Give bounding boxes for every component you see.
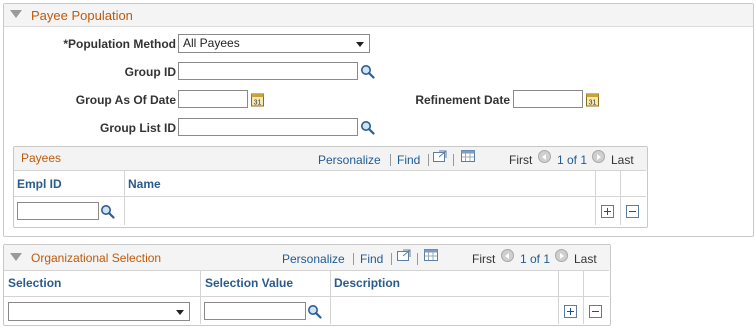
separator	[390, 154, 391, 166]
group-id-input[interactable]	[178, 62, 358, 80]
group-id-lookup-icon[interactable]	[360, 64, 375, 79]
payees-row-range: 1 of 1	[557, 153, 588, 167]
empl-id-input[interactable]	[17, 202, 99, 220]
svg-text:31: 31	[589, 100, 597, 107]
group-list-id-label: Group List ID	[100, 121, 176, 135]
download-grid-icon[interactable]	[424, 249, 438, 261]
refinement-date-label: Refinement Date	[415, 93, 510, 107]
group-list-id-input[interactable]	[178, 118, 358, 136]
payees-first-label: First	[509, 153, 533, 167]
refinement-date-input[interactable]	[513, 90, 583, 108]
view-all-icon[interactable]	[397, 249, 411, 261]
separator	[353, 253, 354, 265]
divider	[14, 196, 646, 197]
collapse-triangle-icon[interactable]	[10, 10, 22, 18]
group-id-label: Group ID	[124, 65, 176, 79]
payees-grid-title: Payees	[21, 151, 62, 165]
group-as-of-date-label: Group As Of Date	[75, 93, 176, 107]
column-header-name: Name	[128, 177, 161, 191]
delete-row-icon[interactable]	[626, 205, 639, 218]
column-header-selection: Selection	[8, 276, 62, 290]
dropdown-arrow-icon	[356, 42, 364, 47]
add-row-icon[interactable]	[601, 205, 614, 218]
org-first-label: First	[472, 252, 496, 266]
divider	[4, 270, 609, 271]
divider	[14, 170, 646, 171]
selection-value-input[interactable]	[204, 302, 306, 320]
separator	[453, 154, 454, 166]
org-personalize-link[interactable]: Personalize	[282, 252, 345, 266]
add-row-icon[interactable]	[564, 305, 577, 318]
refinement-date-calendar-icon[interactable]: 31	[586, 92, 599, 107]
delete-row-icon[interactable]	[589, 305, 602, 318]
next-row-icon[interactable]	[555, 249, 568, 262]
divider	[583, 271, 584, 324]
column-header-description: Description	[334, 276, 401, 290]
divider	[330, 271, 331, 324]
divider	[200, 271, 201, 324]
group-as-of-date-input[interactable]	[178, 90, 248, 108]
group-list-id-lookup-icon[interactable]	[360, 120, 375, 135]
divider	[4, 296, 609, 297]
org-selection-title: Organizational Selection	[31, 251, 162, 265]
download-grid-icon[interactable]	[461, 150, 475, 162]
population-method-label: *Population Method	[63, 37, 176, 51]
payee-population-title: Payee Population	[31, 8, 133, 23]
selection-value-lookup-icon[interactable]	[307, 304, 322, 319]
svg-text:31: 31	[254, 100, 262, 107]
view-all-icon[interactable]	[433, 150, 447, 162]
payees-find-link[interactable]: Find	[397, 153, 420, 167]
org-row-range: 1 of 1	[520, 252, 551, 266]
column-header-selection-value: Selection Value	[205, 276, 294, 290]
population-method-value: All Payees	[183, 36, 240, 50]
divider	[124, 171, 125, 225]
divider	[595, 171, 596, 225]
org-find-link[interactable]: Find	[360, 252, 383, 266]
org-last-label: Last	[574, 252, 597, 266]
selection-select[interactable]	[8, 302, 190, 321]
payees-personalize-link[interactable]: Personalize	[318, 153, 381, 167]
collapse-triangle-icon[interactable]	[10, 253, 22, 261]
previous-row-icon[interactable]	[501, 249, 514, 262]
next-row-icon[interactable]	[592, 150, 605, 163]
divider	[620, 171, 621, 225]
group-as-of-date-calendar-icon[interactable]: 31	[251, 92, 264, 107]
divider	[558, 271, 559, 324]
population-method-select[interactable]: All Payees	[178, 34, 370, 53]
column-header-empl-id: Empl ID	[17, 177, 62, 191]
separator	[391, 253, 392, 265]
separator	[417, 253, 418, 265]
dropdown-arrow-icon	[176, 310, 184, 315]
previous-row-icon[interactable]	[538, 150, 551, 163]
empl-id-lookup-icon[interactable]	[100, 204, 115, 219]
separator	[428, 154, 429, 166]
payees-last-label: Last	[611, 153, 634, 167]
